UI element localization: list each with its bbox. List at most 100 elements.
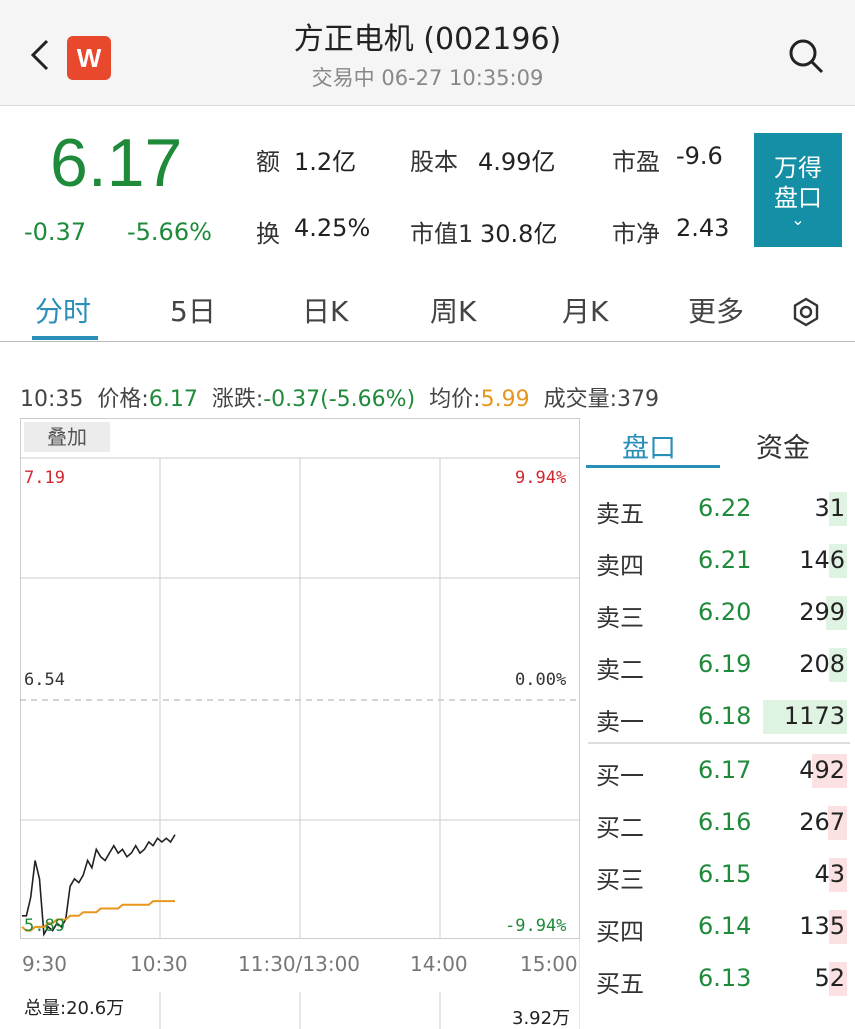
level-name: 卖四 <box>596 552 644 580</box>
level-price: 6.22 <box>698 494 752 522</box>
bid-row[interactable]: 买一 6.17 492 <box>586 744 855 796</box>
info-change-label: 涨跌: <box>211 387 264 412</box>
settings-icon <box>793 297 819 327</box>
level-name: 买五 <box>596 970 644 998</box>
level-price: 6.14 <box>698 912 752 940</box>
level-price: 6.16 <box>698 808 752 836</box>
wind-orderbook-button[interactable]: 万得 盘口 ⌄ <box>754 133 842 247</box>
bid-row[interactable]: 买三 6.15 43 <box>586 848 855 900</box>
pct-axis-zero: 0.00% <box>515 670 567 690</box>
level-name: 买四 <box>596 918 644 946</box>
tab-daily-k[interactable]: 日K <box>302 290 348 330</box>
info-avg: 5.99 <box>480 387 530 412</box>
ask-row[interactable]: 卖二 6.19 208 <box>586 638 855 690</box>
level-name: 卖五 <box>596 500 644 528</box>
tab-5day[interactable]: 5日 <box>170 290 216 330</box>
level-price: 6.19 <box>698 650 752 678</box>
market-cap-value: 30.8亿 <box>480 220 558 248</box>
active-tab-indicator <box>32 336 98 340</box>
level-price: 6.20 <box>698 598 752 626</box>
price-change-pct: -5.66% <box>127 218 212 246</box>
tab-monthly-k[interactable]: 月K <box>562 290 608 330</box>
wind-button-line1: 万得 <box>774 154 822 182</box>
info-price: 6.17 <box>148 387 198 412</box>
market-cap-label: 市值1 <box>410 220 474 248</box>
app-header: W 方正电机 (002196) 交易中 06-27 10:35:09 <box>0 0 855 106</box>
level-price: 6.13 <box>698 964 752 992</box>
info-price-label: 价格: <box>97 387 149 412</box>
level-name: 买三 <box>596 866 644 894</box>
level-price: 6.17 <box>698 756 752 784</box>
info-time: 10:35 <box>20 387 84 412</box>
bid-row[interactable]: 买五 6.13 52 <box>586 952 855 1004</box>
pct-axis-low: -9.94% <box>505 916 567 936</box>
search-icon <box>789 39 824 74</box>
intraday-chart[interactable] <box>20 418 581 1029</box>
crosshair-info: 10:35 价格:6.17 涨跌:-0.37(-5.66%) 均价:5.99 成… <box>20 381 659 413</box>
current-price: 6.17 <box>50 125 183 201</box>
pb-label: 市净 <box>612 220 660 248</box>
info-volume: 379 <box>616 387 659 412</box>
search-button[interactable] <box>784 34 828 78</box>
capital-value: 4.99亿 <box>478 148 556 176</box>
orderbook-divider <box>588 742 850 744</box>
turnover-value: 4.25% <box>294 214 371 242</box>
level-volume: 43 <box>814 860 845 888</box>
stock-title: 方正电机 (002196) <box>293 22 562 57</box>
level-volume: 31 <box>814 494 845 522</box>
ask-row[interactable]: 卖三 6.20 299 <box>586 586 855 638</box>
pe-value: -9.6 <box>676 142 723 170</box>
tab-weekly-k[interactable]: 周K <box>430 290 476 330</box>
pb-value: 2.43 <box>676 214 730 242</box>
total-volume: 总量:20.6万 <box>24 998 125 1019</box>
ask-row[interactable]: 卖四 6.21 146 <box>586 534 855 586</box>
level-volume: 1173 <box>783 702 845 730</box>
level-price: 6.15 <box>698 860 752 888</box>
intraday-chart-svg <box>20 418 581 1029</box>
y-axis-high: 7.19 <box>24 468 65 488</box>
turnover-label: 换 <box>256 220 280 248</box>
level-volume: 146 <box>799 546 845 574</box>
amount-value: 1.2亿 <box>294 148 357 176</box>
capital-label: 股本 <box>410 148 458 176</box>
info-avg-label: 均价: <box>429 387 481 412</box>
chart-settings-button[interactable] <box>790 296 822 328</box>
level-volume: 135 <box>799 912 845 940</box>
wind-button-line2: 盘口 <box>774 184 822 212</box>
tab-more[interactable]: 更多 <box>688 290 744 330</box>
pe-label: 市盈 <box>612 148 660 176</box>
level-name: 买二 <box>596 814 644 842</box>
time-label-1130-1300: 11:30/13:00 <box>238 952 361 976</box>
time-label-1500: 15:00 <box>520 952 578 976</box>
y-axis-low: 5.89 <box>24 916 65 936</box>
level-price: 6.18 <box>698 702 752 730</box>
volume-axis-max: 3.92万 <box>512 1008 571 1029</box>
level-volume: 299 <box>799 598 845 626</box>
level-volume: 492 <box>799 756 845 784</box>
amount-label: 额 <box>256 148 280 176</box>
tab-orderbook[interactable]: 盘口 <box>622 426 676 465</box>
trading-status: 交易中 06-27 10:35:09 <box>311 66 544 90</box>
chart-tabs: 分时 5日 日K 周K 月K 更多 <box>0 280 855 342</box>
tab-intraday[interactable]: 分时 <box>35 290 91 330</box>
bid-row[interactable]: 买二 6.16 267 <box>586 796 855 848</box>
bid-row[interactable]: 买四 6.14 135 <box>586 900 855 952</box>
level-name: 卖一 <box>596 708 644 736</box>
time-label-0930: 9:30 <box>22 952 67 976</box>
pct-axis-high: 9.94% <box>515 468 567 488</box>
tab-capital-flow[interactable]: 资金 <box>756 426 810 465</box>
level-name: 卖三 <box>596 604 644 632</box>
overlay-button[interactable]: 叠加 <box>24 422 110 452</box>
time-label-1030: 10:30 <box>130 952 188 976</box>
ask-row[interactable]: 卖五 6.22 31 <box>586 482 855 534</box>
info-change: -0.37(-5.66%) <box>263 387 416 412</box>
y-axis-prev-close: 6.54 <box>24 670 65 690</box>
price-change: -0.37 <box>24 218 87 246</box>
ask-row[interactable]: 卖一 6.18 1173 <box>586 690 855 742</box>
orderbook-tabs: 盘口 资金 <box>586 418 855 468</box>
chevron-down-icon: ⌄ <box>791 210 805 229</box>
level-volume: 208 <box>799 650 845 678</box>
level-volume: 267 <box>799 808 845 836</box>
level-name: 卖二 <box>596 656 644 684</box>
level-price: 6.21 <box>698 546 752 574</box>
